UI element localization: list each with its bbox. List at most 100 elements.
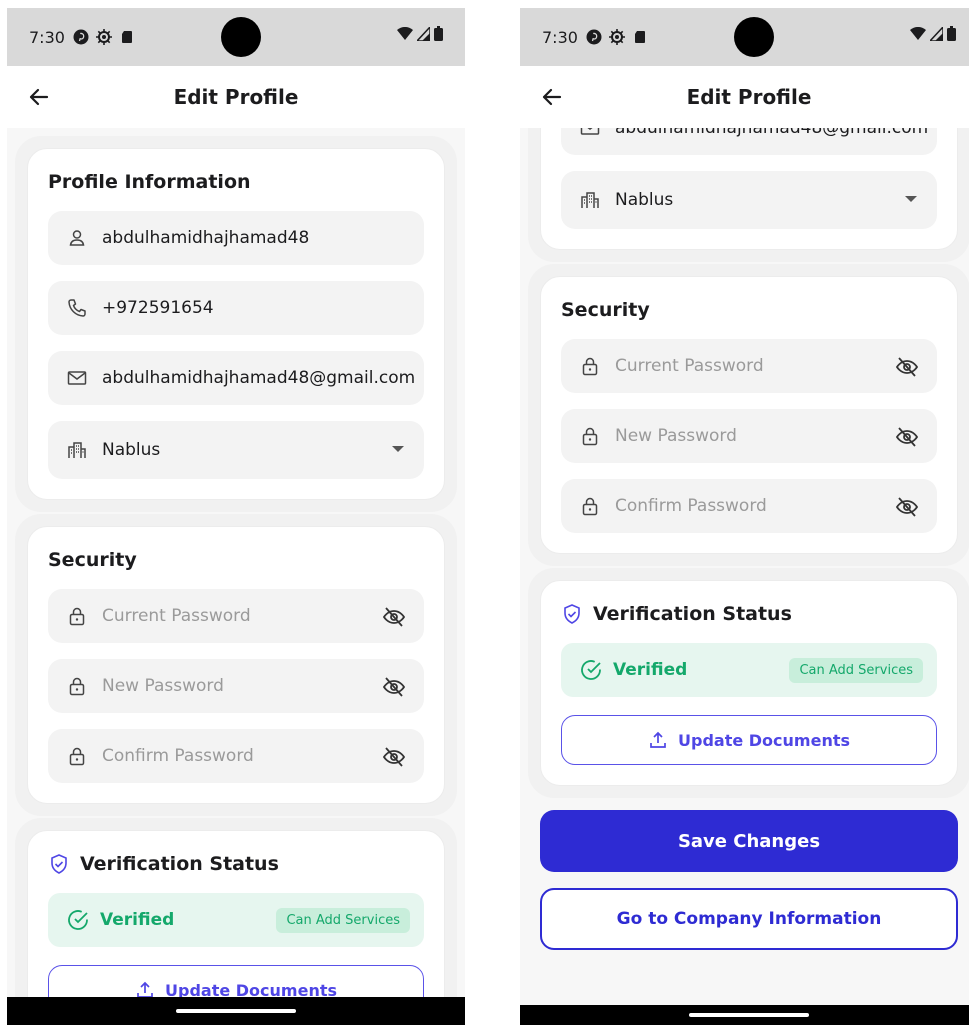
phone-field[interactable]: +972591654	[48, 281, 424, 335]
back-arrow-icon[interactable]	[540, 85, 564, 109]
chevron-down-icon	[905, 196, 917, 202]
page-title: Edit Profile	[686, 85, 812, 109]
profile-card-wrap: Profile Information abdulhamidhajhamad48…	[15, 136, 457, 512]
app-bar: Edit Profile	[7, 66, 465, 128]
settings-icon	[608, 29, 625, 45]
current-password-field[interactable]: Current Password	[561, 339, 937, 393]
pinterest-icon	[73, 29, 89, 45]
shield-check-icon	[51, 854, 67, 874]
city-icon	[68, 442, 86, 458]
company-information-button[interactable]: Go to Company Information	[540, 888, 958, 950]
battery-icon	[434, 26, 443, 41]
app-bar: Edit Profile	[520, 66, 969, 128]
person-icon	[69, 230, 85, 246]
status-time: 7:30	[29, 27, 65, 47]
email-field[interactable]: abdulhamidhajhamad48@gmail.com	[561, 128, 937, 155]
camera-cutout	[221, 17, 261, 57]
mail-icon	[67, 371, 87, 385]
new-password-field[interactable]: New Password	[48, 659, 424, 713]
battery-icon	[947, 26, 956, 41]
settings-icon	[95, 29, 112, 45]
verified-status-box: Verified Can Add Services	[48, 893, 424, 947]
username-field[interactable]: abdulhamidhajhamad48	[48, 211, 424, 265]
verification-section-title: Verification Status	[593, 603, 792, 625]
lock-icon	[582, 497, 598, 516]
city-value: Nablus	[102, 440, 161, 460]
verification-title-row: Verification Status	[48, 853, 424, 875]
eye-off-icon[interactable]	[895, 355, 919, 379]
home-indicator[interactable]	[176, 1009, 296, 1013]
confirm-password-field[interactable]: Confirm Password	[48, 729, 424, 783]
update-documents-button[interactable]: Update Documents	[561, 715, 937, 765]
camera-cutout	[734, 17, 774, 57]
shield-check-icon	[564, 604, 580, 624]
confirm-password-placeholder: Confirm Password	[615, 496, 767, 516]
lock-icon	[69, 607, 85, 626]
confirm-password-placeholder: Confirm Password	[102, 746, 254, 766]
lock-icon	[69, 677, 85, 696]
profile-section-title: Profile Information	[48, 171, 251, 193]
current-password-placeholder: Current Password	[615, 356, 764, 376]
current-password-placeholder: Current Password	[102, 606, 251, 626]
status-time: 7:30	[542, 27, 578, 47]
profile-card: Profile Information abdulhamidhajhamad48…	[27, 148, 445, 500]
scroll-area[interactable]: Profile Information abdulhamidhajhamad48…	[7, 128, 465, 1007]
verified-label: Verified	[100, 910, 175, 930]
security-card: Security Current Password New Password C…	[27, 526, 445, 804]
lock-icon	[69, 747, 85, 766]
city-dropdown[interactable]: Nablus	[48, 421, 424, 479]
sd-card-icon	[121, 31, 132, 43]
chevron-down-icon	[392, 446, 404, 452]
verification-card: Verification Status Verified Can Add Ser…	[27, 830, 445, 1007]
eye-off-icon[interactable]	[895, 425, 919, 449]
current-password-field[interactable]: Current Password	[48, 589, 424, 643]
eye-off-icon[interactable]	[895, 495, 919, 519]
eye-off-icon[interactable]	[382, 745, 406, 769]
status-badge: Can Add Services	[276, 907, 410, 933]
status-badge: Can Add Services	[789, 657, 923, 683]
email-value: abdulhamidhajhamad48@gmail.com	[615, 128, 929, 138]
save-changes-button[interactable]: Save Changes	[540, 810, 958, 872]
email-value: abdulhamidhajhamad48@gmail.com	[102, 368, 416, 388]
email-field[interactable]: abdulhamidhajhamad48@gmail.com	[48, 351, 424, 405]
security-card-wrap: Security Current Password New Password C…	[528, 264, 969, 566]
verification-card-wrap: Verification Status Verified Can Add Ser…	[15, 818, 457, 1007]
security-card-wrap: Security Current Password New Password C…	[15, 514, 457, 816]
profile-card-wrap: abdulhamidhajhamad48@gmail.com Nablus	[528, 128, 969, 262]
signal-icon	[930, 26, 943, 41]
eye-off-icon[interactable]	[382, 675, 406, 699]
city-dropdown[interactable]: Nablus	[561, 171, 937, 229]
verification-card-wrap: Verification Status Verified Can Add Ser…	[528, 568, 969, 798]
verified-label: Verified	[613, 660, 688, 680]
phone-icon	[68, 299, 86, 317]
profile-card: abdulhamidhajhamad48@gmail.com Nablus	[540, 128, 958, 250]
city-value: Nablus	[615, 190, 674, 210]
signal-icon	[417, 26, 430, 41]
verification-section-title: Verification Status	[80, 853, 279, 875]
eye-off-icon[interactable]	[382, 605, 406, 629]
confirm-password-field[interactable]: Confirm Password	[561, 479, 937, 533]
scroll-area[interactable]: abdulhamidhajhamad48@gmail.com Nablus Se…	[520, 128, 969, 1007]
wifi-icon	[910, 26, 926, 40]
upload-icon	[650, 731, 666, 748]
update-documents-label: Update Documents	[678, 730, 850, 750]
security-section-title: Security	[561, 299, 650, 321]
status-bar: 7:30	[520, 8, 969, 66]
username-value: abdulhamidhajhamad48	[102, 228, 310, 248]
security-card: Security Current Password New Password C…	[540, 276, 958, 554]
system-nav-bar	[520, 1005, 969, 1025]
back-arrow-icon[interactable]	[27, 85, 51, 109]
new-password-field[interactable]: New Password	[561, 409, 937, 463]
check-circle-icon	[581, 660, 601, 680]
verification-title-row: Verification Status	[561, 603, 937, 625]
phone-value: +972591654	[102, 298, 214, 318]
system-nav-bar	[7, 997, 465, 1025]
new-password-placeholder: New Password	[615, 426, 737, 446]
phone-screen-left: 7:30 Edit Profile Profile Information ab…	[7, 8, 465, 1025]
security-section-title: Security	[48, 549, 137, 571]
city-icon	[581, 192, 599, 208]
verification-card: Verification Status Verified Can Add Ser…	[540, 580, 958, 786]
verified-status-box: Verified Can Add Services	[561, 643, 937, 697]
page-title: Edit Profile	[173, 85, 299, 109]
home-indicator[interactable]	[689, 1013, 809, 1017]
